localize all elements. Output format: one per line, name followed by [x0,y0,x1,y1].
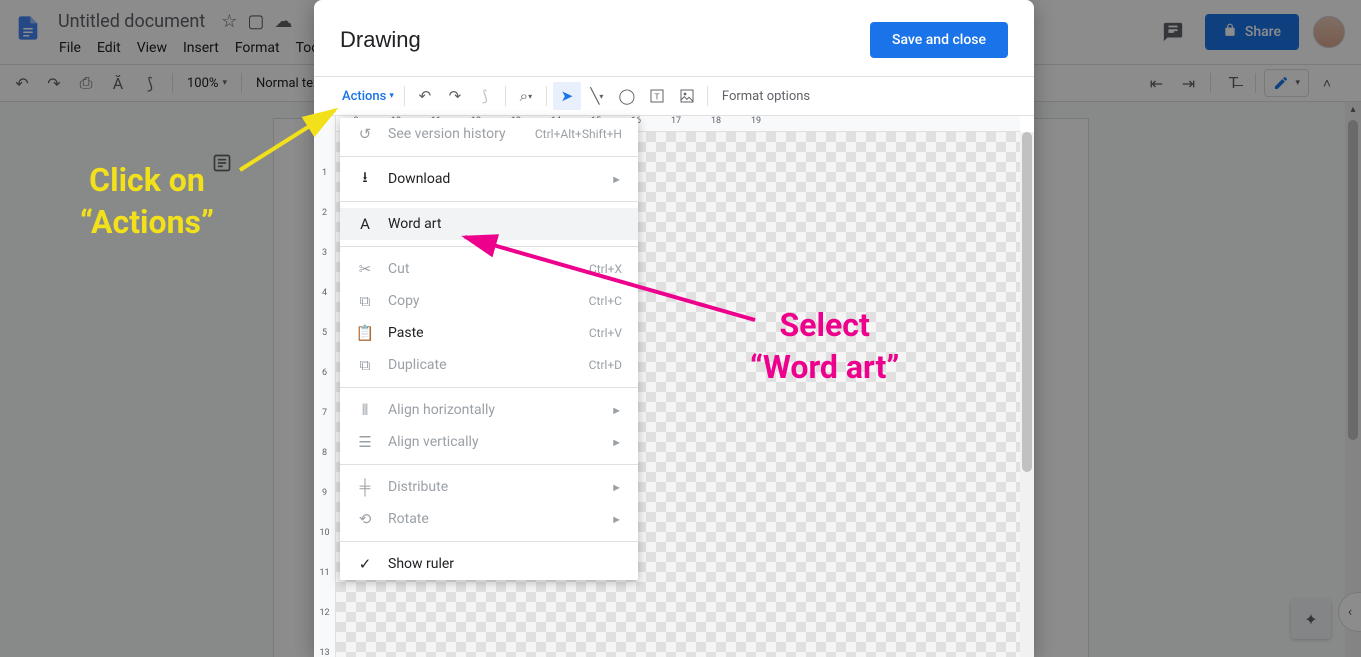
account-avatar[interactable] [1313,16,1345,48]
align-h-icon: ⫴ [356,401,374,419]
star-icon[interactable]: ☆ [221,11,237,32]
drawing-paint-format-icon[interactable]: ⟆ [471,82,499,110]
history-icon: ↺ [356,125,374,143]
menu-item-label: Show ruler [388,556,622,572]
shortcut-label: Ctrl+Alt+Shift+H [535,127,622,141]
submenu-arrow-icon: ► [611,481,622,494]
line-tool-icon[interactable]: ╲▾ [583,82,611,110]
doc-title[interactable]: Untitled document [52,9,211,34]
shortcut-label: Ctrl+C [589,294,622,308]
modal-title: Drawing [340,27,421,53]
move-icon[interactable]: ▢ [247,11,264,32]
actions-dropdown: ↺ See version history Ctrl+Alt+Shift+H ⭳ Dow… [340,118,638,580]
actions-item-align-vertically: ☰ Align vertically ► [340,426,638,458]
share-label: Share [1245,24,1281,40]
menu-file[interactable]: File [52,36,88,60]
drawing-scrollbar-v[interactable] [1020,132,1034,657]
explore-button[interactable]: ✦ [1291,599,1331,639]
actions-item-paste[interactable]: 📋 Paste Ctrl+V [340,317,638,349]
actions-item-rotate: ⟲ Rotate ► [340,503,638,535]
duplicate-icon: ⧉ [356,356,374,374]
format-options-button[interactable]: Format options [714,89,818,104]
print-icon[interactable]: ⎙ [72,69,100,97]
actions-item-see-version-history: ↺ See version history Ctrl+Alt+Shift+H [340,118,638,150]
submenu-arrow-icon: ► [611,173,622,186]
docs-logo-icon[interactable] [8,8,48,48]
menu-item-label: Align vertically [388,434,597,450]
check-icon [356,555,374,573]
actions-item-word-art[interactable]: A Word art [340,208,638,240]
zoom-icon[interactable]: ⌕▾ [512,82,540,110]
paint-format-icon[interactable]: ⟆ [136,69,164,97]
distribute-icon: ╪ [356,478,374,496]
actions-item-distribute: ╪ Distribute ► [340,471,638,503]
menu-item-label: See version history [388,126,521,142]
menu-item-label: Word art [388,216,622,232]
actions-item-show-ruler[interactable]: Show ruler [340,548,638,580]
undo-icon[interactable]: ↶ [8,69,36,97]
actions-item-duplicate: ⧉ Duplicate Ctrl+D [340,349,638,381]
shortcut-label: Ctrl+V [589,326,622,340]
menu-item-label: Download [388,171,597,187]
menu-item-label: Copy [388,293,575,309]
share-button[interactable]: Share [1205,14,1299,50]
actions-item-copy: ⧉ Copy Ctrl+C [340,285,638,317]
menu-format[interactable]: Format [228,36,287,60]
doc-scrollbar-v[interactable] [1345,102,1361,657]
image-tool-icon[interactable] [673,82,701,110]
indent-decrease-icon[interactable]: ⇤ [1142,69,1170,97]
shape-tool-icon[interactable]: ◯ [613,82,641,110]
clear-formatting-icon[interactable]: T̶ [1219,69,1247,97]
paste-icon: 📋 [356,324,374,342]
ruler-vertical: 123 456 789 101112 1314 [314,116,336,657]
menu-item-label: Duplicate [388,357,575,373]
outline-toggle-icon[interactable] [204,145,240,181]
actions-menu-button[interactable]: Actions [338,85,398,108]
indent-increase-icon[interactable]: ⇥ [1174,69,1202,97]
menu-item-label: Cut [388,261,575,277]
download-icon: ⭳ [356,170,374,188]
menu-item-label: Paste [388,325,575,341]
cut-icon: ✂ [356,260,374,278]
drawing-redo-icon[interactable]: ↷ [441,82,469,110]
menu-item-label: Rotate [388,511,597,527]
shortcut-label: Ctrl+D [589,358,622,372]
menu-edit[interactable]: Edit [90,36,128,60]
cloud-status-icon[interactable]: ☁ [274,11,292,32]
actions-item-cut: ✂ Cut Ctrl+X [340,253,638,285]
lock-icon [1223,23,1237,41]
select-tool-icon[interactable]: ➤ [553,82,581,110]
align-v-icon: ☰ [356,433,374,451]
spellcheck-icon[interactable]: Ă [104,69,132,97]
textbox-tool-icon[interactable]: T [643,82,671,110]
wordart-icon: A [356,215,374,233]
menu-view[interactable]: View [130,36,174,60]
submenu-arrow-icon: ► [611,436,622,449]
editing-mode-button[interactable] [1264,69,1309,97]
save-and-close-button[interactable]: Save and close [870,22,1008,58]
collapse-toolbar-icon[interactable]: ˄ [1313,69,1341,97]
submenu-arrow-icon: ► [611,404,622,417]
redo-icon[interactable]: ↷ [40,69,68,97]
svg-text:T: T [654,92,659,102]
shortcut-label: Ctrl+X [589,262,622,276]
zoom-select[interactable]: 100% [181,76,233,91]
menu-insert[interactable]: Insert [176,36,226,60]
rotate-icon: ⟲ [356,510,374,528]
drawing-undo-icon[interactable]: ↶ [411,82,439,110]
comment-history-icon[interactable] [1155,14,1191,50]
menu-item-label: Align horizontally [388,402,597,418]
actions-item-align-horizontally: ⫴ Align horizontally ► [340,394,638,426]
menu-item-label: Distribute [388,479,597,495]
drawing-toolbar: Actions ↶ ↷ ⟆ ⌕▾ ➤ ╲▾ ◯ T Format options [314,76,1034,116]
actions-item-download[interactable]: ⭳ Download ► [340,163,638,195]
copy-icon: ⧉ [356,292,374,310]
submenu-arrow-icon: ► [611,513,622,526]
